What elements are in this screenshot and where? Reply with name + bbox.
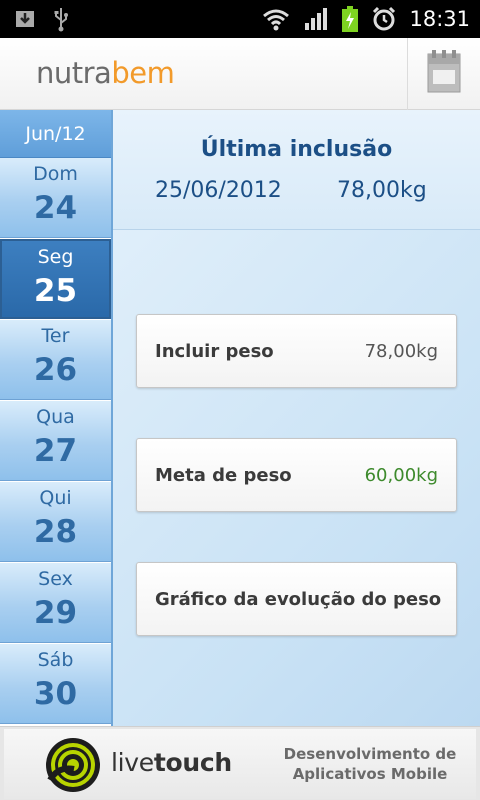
calendar-button[interactable] [408, 38, 480, 110]
usb-icon [54, 8, 68, 32]
month-label[interactable]: Jun/12 [0, 110, 111, 158]
weight-goal-value: 60,00kg [364, 465, 438, 486]
day-cell-wednesday[interactable]: Qua 27 [0, 401, 111, 481]
alarm-icon [373, 6, 396, 31]
day-number: 25 [33, 273, 78, 309]
day-number: 28 [33, 514, 78, 550]
logo-part-2: bem [111, 56, 175, 90]
day-cell-saturday[interactable]: Sáb 30 [0, 644, 111, 724]
day-name: Ter [41, 325, 70, 347]
include-weight-label: Incluir peso [155, 341, 274, 362]
app-header: nutrabem [0, 38, 480, 110]
day-cell-friday[interactable]: Sex 29 [0, 563, 111, 643]
livetouch-brand: livetouch [111, 748, 232, 777]
weight-chart-button[interactable]: Gráfico da evolução do peso [136, 562, 457, 636]
last-entry-title: Última inclusão [200, 137, 393, 162]
footer-banner[interactable]: livetouch Desenvolvimento de Aplicativos… [0, 726, 480, 800]
footer-tagline: Desenvolvimento de Aplicativos Mobile [280, 744, 460, 784]
livetouch-logo-icon [46, 738, 100, 792]
day-name: Seg [37, 246, 74, 268]
download-icon [16, 11, 34, 27]
weight-chart-label: Gráfico da evolução do peso [155, 589, 442, 610]
day-number: 27 [33, 433, 78, 469]
main-panel: Última inclusão 25/06/2012 78,00kg Inclu… [113, 110, 480, 726]
battery-charging-icon [342, 6, 359, 32]
day-number: 24 [33, 190, 78, 226]
brand-part-2: touch [153, 748, 232, 777]
weight-goal-label: Meta de peso [155, 465, 292, 486]
tagline-line-1: Desenvolvimento de [283, 745, 457, 763]
day-cell-thursday[interactable]: Qui 28 [0, 482, 111, 562]
tagline-line-2: Aplicativos Mobile [292, 765, 448, 783]
day-cell-monday-selected[interactable]: Seg 25 [0, 239, 111, 319]
include-weight-value: 78,00kg [364, 341, 438, 362]
logo-part-1: nutra [36, 56, 112, 90]
status-bar: 18:31 [0, 0, 480, 38]
app-logo: nutrabem [36, 56, 175, 90]
day-name: Qui [39, 487, 72, 509]
signal-icon [305, 8, 328, 30]
day-name: Qua [36, 406, 75, 428]
day-number: 29 [33, 595, 78, 631]
include-weight-button[interactable]: Incluir peso 78,00kg [136, 314, 457, 388]
day-name: Sex [38, 568, 73, 590]
brand-part-1: live [111, 748, 154, 777]
weight-goal-button[interactable]: Meta de peso 60,00kg [136, 438, 457, 512]
calendar-icon [427, 50, 461, 93]
last-entry-weight: 78,00kg [337, 178, 427, 203]
last-entry-box: Última inclusão 25/06/2012 78,00kg [113, 110, 480, 230]
last-entry-date: 25/06/2012 [155, 178, 282, 203]
day-number: 26 [33, 352, 78, 388]
footer-banner-inner: livetouch Desenvolvimento de Aplicativos… [4, 729, 476, 799]
day-cell-tuesday[interactable]: Ter 26 [0, 320, 111, 400]
clock: 18:31 [409, 7, 470, 31]
day-column: Jun/12 Dom 24 Seg 25 Ter 26 Qua 27 Qui 2… [0, 110, 113, 726]
day-name: Sáb [37, 649, 74, 671]
day-name: Dom [33, 163, 78, 185]
day-cell-sunday[interactable]: Dom 24 [0, 158, 111, 238]
wifi-icon [263, 9, 290, 31]
day-number: 30 [33, 676, 78, 712]
